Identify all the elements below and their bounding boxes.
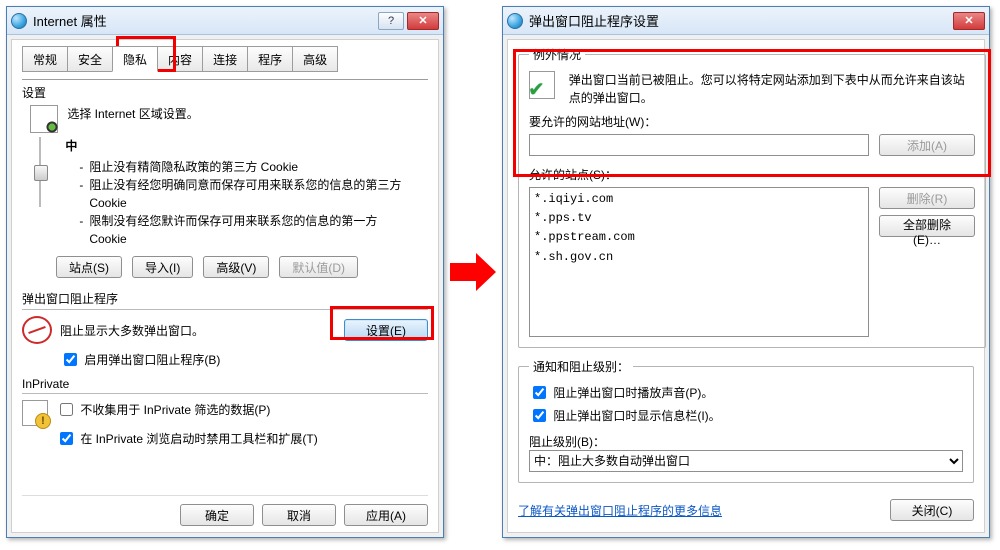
sites-button[interactable]: 站点(S) [56, 256, 122, 278]
tab-0[interactable]: 常规 [22, 46, 68, 72]
apply-button[interactable]: 应用(A) [344, 504, 428, 526]
enable-popup-blocker-label[interactable]: 启用弹出窗口阻止程序(B) [84, 353, 220, 367]
block-icon [22, 316, 52, 344]
popup-heading: 弹出窗口阻止程序 [22, 290, 428, 307]
import-button[interactable]: 导入(I) [132, 256, 193, 278]
inprivate-disable-ext-label[interactable]: 在 InPrivate 浏览启动时禁用工具栏和扩展(T) [80, 432, 317, 446]
block-level-select[interactable]: 中：阻止大多数自动弹出窗口 [529, 450, 963, 472]
select-zone-text: 选择 Internet 区域设置。 [67, 107, 198, 121]
tab-3[interactable]: 内容 [157, 46, 203, 72]
privacy-bullets: 阻止没有精简隐私政策的第三方 Cookie阻止没有经您明确同意而保存可用来联系您… [65, 158, 405, 248]
globe-icon [11, 13, 27, 29]
exceptions-group: 例外情况 弹出窗口当前已被阻止。您可以将特定网站添加到下表中从而允许来自该站点的… [518, 46, 986, 348]
tab-1[interactable]: 安全 [67, 46, 113, 72]
show-infobar-label[interactable]: 阻止弹出窗口时显示信息栏(I)。 [553, 409, 720, 423]
tabstrip: 常规安全隐私内容连接程序高级 [22, 46, 428, 72]
add-button[interactable]: 添加(A) [879, 134, 975, 156]
show-infobar-checkbox[interactable] [533, 409, 546, 422]
close-button[interactable]: ✕ [407, 12, 439, 30]
inprivate-heading: InPrivate [22, 377, 428, 391]
allowed-label: 允许的站点(S)： [529, 166, 975, 183]
settings-button-row: 站点(S) 导入(I) 高级(V) 默认值(D) [56, 256, 428, 278]
remove-button[interactable]: 删除(R) [879, 187, 975, 209]
settings-heading: 设置 [22, 84, 428, 101]
check-icon [529, 71, 555, 99]
exceptions-legend: 例外情况 [529, 46, 585, 63]
play-sound-checkbox[interactable] [533, 386, 546, 399]
dialog-footer: 确定 取消 应用(A) [22, 495, 428, 526]
popup-settings-button[interactable]: 设置(E) [344, 319, 428, 341]
inprivate-collect-checkbox[interactable] [60, 403, 73, 416]
window-title: Internet 属性 [33, 11, 378, 30]
titlebar[interactable]: Internet 属性 ? ✕ [7, 7, 443, 35]
ok-button[interactable]: 确定 [180, 504, 254, 526]
address-input[interactable] [529, 134, 869, 156]
cancel-button[interactable]: 取消 [262, 504, 336, 526]
arrow-icon [450, 6, 496, 538]
privacy-bullet: 限制没有经您默许而保存可用来联系您的信息的第一方 Cookie [79, 212, 405, 248]
advanced-button[interactable]: 高级(V) [203, 256, 269, 278]
help-button[interactable]: ? [378, 12, 404, 30]
address-label: 要允许的网站地址(W)： [529, 113, 975, 130]
window-title: 弹出窗口阻止程序设置 [529, 11, 953, 30]
notify-legend: 通知和阻止级别： [529, 358, 633, 375]
learn-more-link[interactable]: 了解有关弹出窗口阻止程序的更多信息 [518, 502, 722, 519]
block-level-label: 阻止级别(B)： [529, 433, 963, 450]
allowed-sites-listbox[interactable]: *.iqiyi.com*.pps.tv*.ppstream.com*.sh.go… [529, 187, 869, 337]
tab-4[interactable]: 连接 [202, 46, 248, 72]
globe-icon [507, 13, 523, 29]
play-sound-label[interactable]: 阻止弹出窗口时播放声音(P)。 [553, 386, 713, 400]
warn-icon [22, 400, 48, 426]
titlebar[interactable]: 弹出窗口阻止程序设置 ✕ [503, 7, 989, 35]
privacy-bullet: 阻止没有经您明确同意而保存可用来联系您的信息的第三方 Cookie [79, 176, 405, 212]
page-eye-icon [30, 105, 58, 133]
default-button[interactable]: 默认值(D) [279, 256, 358, 278]
popup-blocker-settings-dialog: 弹出窗口阻止程序设置 ✕ 例外情况 弹出窗口当前已被阻止。您可以将特定网站添加到… [502, 6, 990, 538]
allowed-site-row[interactable]: *.iqiyi.com [534, 190, 864, 209]
privacy-bullet: 阻止没有精简隐私政策的第三方 Cookie [79, 158, 405, 176]
allowed-site-row[interactable]: *.ppstream.com [534, 228, 864, 247]
inprivate-collect-label[interactable]: 不收集用于 InPrivate 筛选的数据(P) [80, 403, 270, 417]
privacy-slider[interactable] [32, 137, 48, 207]
remove-all-button[interactable]: 全部删除(E)… [879, 215, 975, 237]
allowed-site-row[interactable]: *.pps.tv [534, 209, 864, 228]
close-button[interactable]: ✕ [953, 12, 985, 30]
tab-2[interactable]: 隐私 [112, 46, 158, 72]
tab-5[interactable]: 程序 [247, 46, 293, 72]
close-dialog-button[interactable]: 关闭(C) [890, 499, 974, 521]
popup-desc: 阻止显示大多数弹出窗口。 [60, 322, 344, 339]
exceptions-desc: 弹出窗口当前已被阻止。您可以将特定网站添加到下表中从而允许来自该站点的弹出窗口。 [569, 71, 975, 107]
enable-popup-blocker-checkbox[interactable] [64, 353, 77, 366]
inprivate-disable-ext-checkbox[interactable] [60, 432, 73, 445]
tab-6[interactable]: 高级 [292, 46, 338, 72]
allowed-site-row[interactable]: *.sh.gov.cn [534, 248, 864, 267]
internet-options-dialog: Internet 属性 ? ✕ 常规安全隐私内容连接程序高级 设置 选择 Int… [6, 6, 444, 538]
notify-group: 通知和阻止级别： 阻止弹出窗口时播放声音(P)。 阻止弹出窗口时显示信息栏(I)… [518, 358, 974, 483]
privacy-level: 中 [65, 137, 405, 154]
